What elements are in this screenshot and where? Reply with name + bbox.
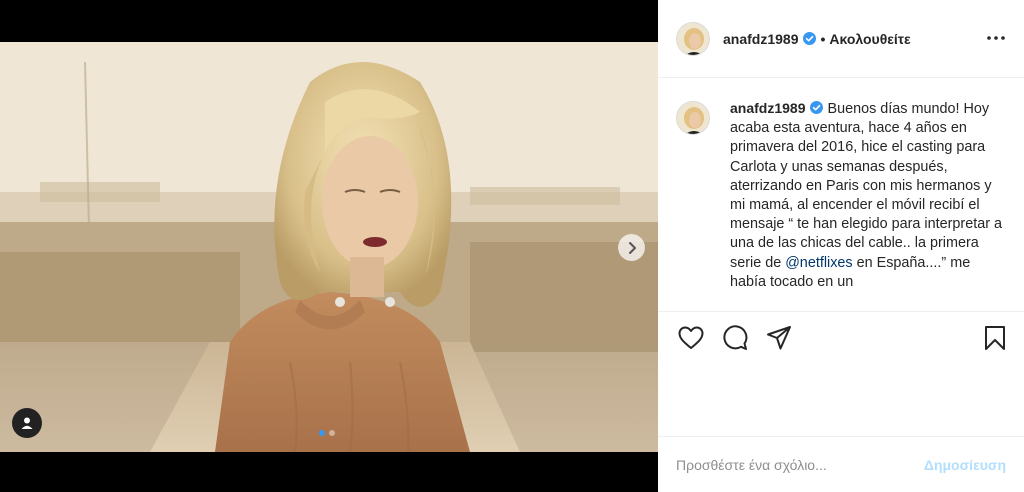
caption-text: anafdz1989 Buenos días mundo! Hoy acaba e… (730, 99, 1004, 311)
carousel-dot (329, 430, 335, 436)
post-side-panel: anafdz1989 • Ακολουθείτε anafdz1989Buen (658, 0, 1024, 492)
avatar[interactable] (676, 21, 710, 56)
user-icon (21, 417, 33, 429)
verified-badge-icon (803, 32, 817, 45)
tagged-users-button[interactable] (12, 408, 42, 438)
bookmark-icon (985, 326, 1005, 350)
chevron-right-icon (628, 241, 636, 254)
carousel-dot (319, 430, 325, 436)
separator-dot: • (820, 30, 826, 47)
heart-icon (678, 326, 704, 349)
add-comment-bar: Δημοσίευση (658, 436, 1024, 492)
comment-icon (723, 324, 748, 350)
verified-badge-icon (810, 101, 824, 114)
carousel-next-button[interactable] (618, 234, 645, 261)
share-button[interactable] (762, 321, 796, 355)
caption-mention-link[interactable]: @netflixes (785, 255, 852, 271)
share-icon (767, 325, 791, 349)
avatar-image (677, 22, 709, 55)
post-header: anafdz1989 • Ακολουθείτε (658, 0, 1024, 78)
avatar[interactable] (676, 101, 710, 135)
post-photo[interactable] (0, 42, 658, 452)
more-options-button[interactable] (986, 28, 1006, 48)
media-viewer (0, 0, 658, 492)
save-button[interactable] (978, 321, 1012, 355)
post-comment-button[interactable]: Δημοσίευση (924, 457, 1006, 473)
action-bar (658, 311, 1024, 363)
like-button[interactable] (674, 321, 708, 355)
caption-section: anafdz1989 Buenos días mundo! Hoy acaba e… (658, 79, 1024, 311)
following-button[interactable]: Ακολουθείτε (829, 31, 910, 47)
header-username[interactable]: anafdz1989 (723, 31, 798, 47)
photo-illustration (0, 42, 658, 452)
comment-input[interactable] (676, 456, 924, 473)
comment-button[interactable] (718, 321, 752, 355)
carousel-indicator (319, 430, 335, 436)
caption-body: Buenos días mundo! Hoy acaba esta aventu… (730, 101, 1002, 271)
caption-username[interactable]: anafdz1989 (730, 100, 805, 116)
avatar-image (677, 102, 709, 134)
more-options-icon (987, 36, 1005, 40)
